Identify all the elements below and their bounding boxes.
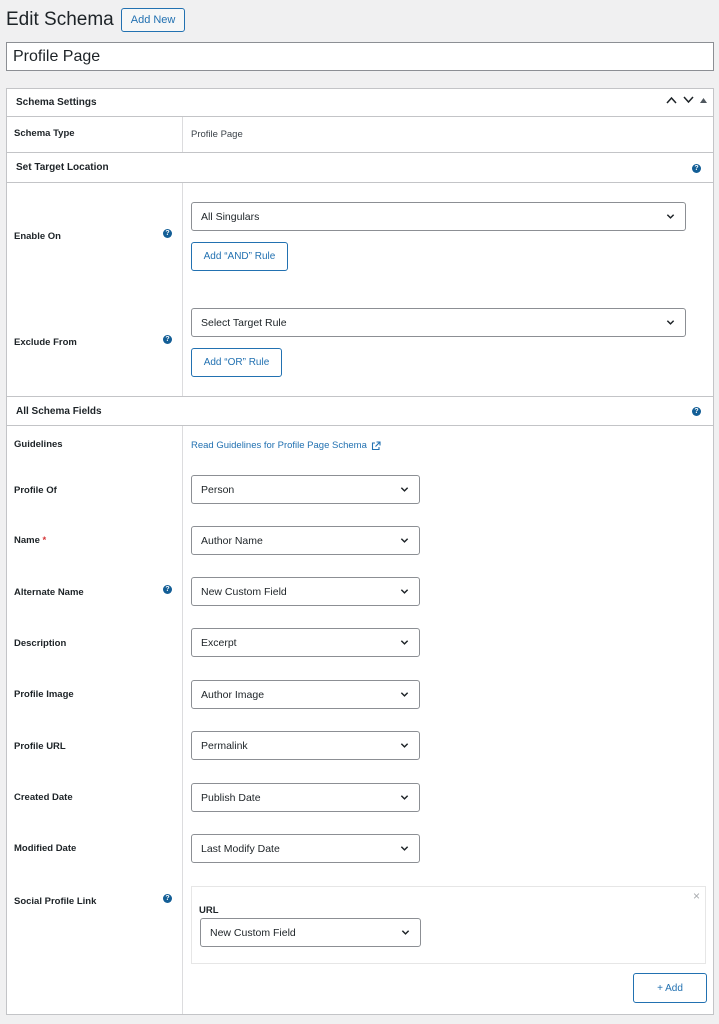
add-or-rule-button[interactable]: Add “OR” Rule (191, 348, 282, 377)
name-label: Name * (14, 535, 46, 546)
post-title-input[interactable]: Profile Page (6, 42, 714, 71)
social-profile-label: Social Profile Link (14, 896, 97, 907)
enable-on-select[interactable]: All Singulars (191, 202, 686, 231)
chevron-down-icon (400, 538, 409, 543)
schema-settings-title: Schema Settings (16, 97, 97, 108)
add-new-button[interactable]: Add New (120, 8, 186, 32)
target-location-title: Set Target Location (16, 162, 109, 173)
help-icon[interactable]: ? (692, 407, 701, 416)
description-label: Description (14, 638, 67, 649)
alternate-name-value: New Custom Field (201, 585, 287, 598)
exclude-from-value: Select Target Rule (201, 316, 287, 329)
required-marker: * (42, 535, 47, 546)
chevron-down-icon (666, 320, 675, 325)
add-and-rule-button[interactable]: Add “AND” Rule (191, 242, 288, 271)
chevron-down-icon (401, 930, 410, 935)
chevron-down-icon (400, 692, 409, 697)
name-label-text: Name (14, 535, 40, 546)
enable-on-label: Enable On (14, 231, 61, 242)
guidelines-link[interactable]: Read Guidelines for Profile Page Schema (191, 440, 381, 451)
schema-box: Schema Settings Schema Type Profile Page… (6, 88, 714, 1015)
help-icon[interactable]: ? (163, 229, 172, 238)
target-location-header: Set Target Location ? (7, 152, 713, 183)
chevron-down-icon (400, 640, 409, 645)
chevron-down-icon (400, 846, 409, 851)
profile-url-label: Profile URL (14, 741, 66, 752)
url-label: URL (199, 905, 219, 916)
guidelines-label: Guidelines (14, 439, 63, 450)
description-select[interactable]: Excerpt (191, 628, 420, 657)
page-header: Edit Schema Add New (6, 8, 186, 32)
guidelines-link-text: Read Guidelines for Profile Page Schema (191, 440, 367, 451)
help-icon[interactable]: ? (692, 164, 701, 173)
collapse-icon[interactable] (700, 97, 707, 103)
move-down-icon[interactable] (683, 96, 694, 104)
add-social-button[interactable]: + Add (633, 973, 707, 1003)
chevron-down-icon (400, 589, 409, 594)
help-icon[interactable]: ? (163, 894, 172, 903)
modified-date-select[interactable]: Last Modify Date (191, 834, 420, 863)
created-date-label: Created Date (14, 792, 73, 803)
profile-image-label: Profile Image (14, 689, 74, 700)
enable-on-value: All Singulars (201, 210, 260, 223)
modified-date-label: Modified Date (14, 843, 77, 854)
created-date-value: Publish Date (201, 791, 261, 804)
column-divider (182, 183, 183, 396)
schema-type-value: Profile Page (191, 129, 243, 140)
name-select[interactable]: Author Name (191, 526, 420, 555)
profile-url-value: Permalink (201, 739, 248, 752)
name-value: Author Name (201, 534, 263, 547)
page-title: Edit Schema (6, 9, 114, 30)
panel-controls (666, 96, 707, 104)
column-divider (182, 426, 183, 1014)
schema-type-label: Schema Type (14, 128, 75, 139)
url-select[interactable]: New Custom Field (200, 918, 421, 947)
url-value: New Custom Field (210, 926, 296, 939)
chevron-down-icon (400, 743, 409, 748)
profile-image-value: Author Image (201, 688, 265, 701)
chevron-down-icon (400, 487, 409, 492)
chevron-down-icon (400, 795, 409, 800)
exclude-from-select[interactable]: Select Target Rule (191, 308, 686, 337)
help-icon[interactable]: ? (163, 335, 172, 344)
close-icon[interactable]: × (693, 889, 700, 903)
description-value: Excerpt (201, 636, 237, 649)
alternate-name-label: Alternate Name (14, 587, 84, 598)
social-profile-repeater: × URL New Custom Field (191, 886, 706, 964)
help-icon[interactable]: ? (163, 585, 172, 594)
profile-of-select[interactable]: Person (191, 475, 420, 504)
external-link-icon (371, 440, 381, 450)
chevron-down-icon (666, 214, 675, 219)
schema-settings-header: Schema Settings (7, 89, 713, 117)
profile-image-select[interactable]: Author Image (191, 680, 420, 709)
move-up-icon[interactable] (666, 96, 677, 104)
profile-url-select[interactable]: Permalink (191, 731, 420, 760)
schema-fields-header: All Schema Fields ? (7, 396, 713, 426)
profile-of-label: Profile Of (14, 485, 57, 496)
profile-of-value: Person (201, 483, 235, 496)
alternate-name-select[interactable]: New Custom Field (191, 577, 420, 606)
exclude-from-label: Exclude From (14, 337, 77, 348)
modified-date-value: Last Modify Date (201, 842, 280, 855)
created-date-select[interactable]: Publish Date (191, 783, 420, 812)
schema-fields-title: All Schema Fields (16, 405, 102, 417)
column-divider (182, 117, 183, 152)
